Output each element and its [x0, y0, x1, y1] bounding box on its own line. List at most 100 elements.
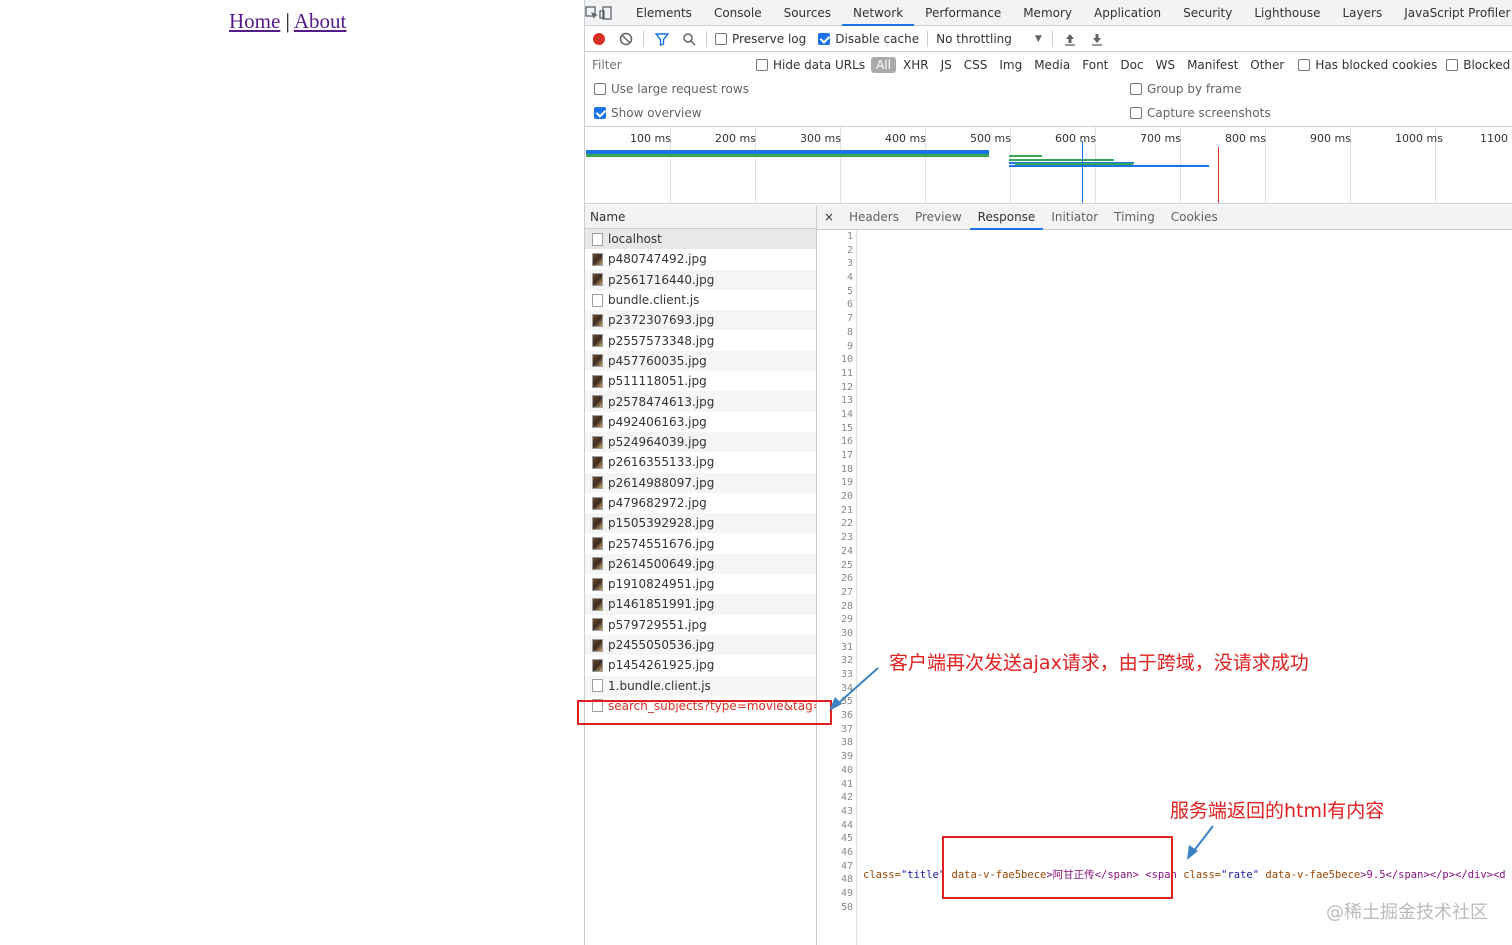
image-file-icon — [592, 537, 603, 551]
show-overview-box[interactable] — [594, 107, 606, 119]
request-name: localhost — [608, 232, 662, 247]
blocked-cookies-box[interactable] — [1298, 58, 1311, 71]
request-row[interactable]: p2578474613.jpg — [585, 391, 816, 412]
filter-type-css[interactable]: CSS — [959, 57, 993, 73]
detail-tab-preview[interactable]: Preview — [907, 205, 970, 230]
request-row[interactable]: p2616355133.jpg — [585, 452, 816, 472]
request-row[interactable]: p1461851991.jpg — [585, 594, 816, 615]
blocked-requests-checkbox[interactable]: Blocked Requests — [1446, 58, 1512, 72]
request-row[interactable]: p2614988097.jpg — [585, 472, 816, 493]
request-row[interactable]: p480747492.jpg — [585, 249, 816, 269]
filter-type-other[interactable]: Other — [1245, 57, 1289, 73]
request-row[interactable]: localhost — [585, 229, 816, 250]
request-row[interactable]: p2574551676.jpg — [585, 533, 816, 553]
tab-lighthouse[interactable]: Lighthouse — [1243, 0, 1331, 26]
request-row[interactable]: p579729551.jpg — [585, 615, 816, 635]
line-number: 38 — [840, 737, 853, 749]
filter-type-media[interactable]: Media — [1029, 57, 1075, 73]
group-by-frame-box[interactable] — [1130, 83, 1142, 95]
request-row[interactable]: p479682972.jpg — [585, 493, 816, 513]
blocked-requests-box[interactable] — [1446, 58, 1459, 71]
hide-data-urls-checkbox[interactable]: Hide data URLs — [756, 58, 865, 72]
line-number: 47 — [840, 860, 853, 872]
request-row[interactable]: p492406163.jpg — [585, 412, 816, 432]
tab-sources[interactable]: Sources — [773, 0, 842, 26]
clear-icon[interactable] — [612, 26, 639, 52]
capture-screenshots-box[interactable] — [1130, 107, 1142, 119]
import-har-icon[interactable] — [1057, 26, 1084, 52]
search-icon[interactable] — [675, 26, 702, 52]
document-file-icon — [592, 679, 603, 693]
capture-screenshots-checkbox[interactable]: Capture screenshots — [1130, 106, 1271, 120]
preserve-log-box[interactable] — [715, 32, 727, 45]
throttling-select[interactable]: No throttling ▼ — [936, 32, 1042, 46]
network-overview[interactable]: 100 ms 200 ms 300 ms 400 ms 500 ms 600 ms 700 … — [585, 126, 1512, 204]
about-link[interactable]: About — [294, 9, 347, 33]
detail-tab-cookies[interactable]: Cookies — [1163, 205, 1226, 230]
filter-type-manifest[interactable]: Manifest — [1182, 57, 1243, 73]
filter-type-img[interactable]: Img — [994, 57, 1027, 73]
request-row[interactable]: p1910824951.jpg — [585, 574, 816, 594]
request-row[interactable]: 1.bundle.client.js — [585, 675, 816, 696]
request-name: p1505392928.jpg — [608, 516, 715, 531]
detail-tab-headers[interactable]: Headers — [841, 205, 907, 230]
tab-layers[interactable]: Layers — [1332, 0, 1394, 26]
device-toolbar-icon[interactable] — [599, 0, 613, 26]
tab-elements[interactable]: Elements — [625, 0, 703, 26]
filter-input[interactable] — [589, 54, 742, 75]
request-row[interactable]: p524964039.jpg — [585, 431, 816, 453]
home-link[interactable]: Home — [229, 9, 280, 33]
overview-tick-label: 900 ms — [1310, 132, 1351, 145]
line-number: 22 — [840, 518, 853, 530]
blocked-cookies-checkbox[interactable]: Has blocked cookies — [1298, 58, 1437, 72]
request-row[interactable]: p2557573348.jpg — [585, 330, 816, 350]
request-name: p1454261925.jpg — [608, 658, 715, 673]
large-rows-checkbox[interactable]: Use large request rows — [594, 82, 749, 96]
filter-type-ws[interactable]: WS — [1151, 57, 1180, 73]
request-name: p479682972.jpg — [608, 496, 707, 510]
export-har-icon[interactable] — [1084, 26, 1111, 52]
group-by-frame-checkbox[interactable]: Group by frame — [1130, 82, 1241, 96]
filter-type-js[interactable]: JS — [936, 57, 957, 73]
request-name: p2561716440.jpg — [608, 272, 715, 287]
tab-security[interactable]: Security — [1172, 0, 1243, 26]
detail-tab-initiator[interactable]: Initiator — [1043, 205, 1106, 230]
filter-type-all[interactable]: All — [871, 56, 896, 73]
show-overview-checkbox[interactable]: Show overview — [594, 106, 702, 120]
filter-type-xhr[interactable]: XHR — [898, 57, 934, 73]
disable-cache-checkbox[interactable]: Disable cache — [818, 32, 919, 46]
detail-tab-timing[interactable]: Timing — [1106, 205, 1163, 230]
tab-javascript-profiler[interactable]: JavaScript Profiler — [1393, 0, 1512, 26]
request-row[interactable]: p511118051.jpg — [585, 371, 816, 391]
preserve-log-checkbox[interactable]: Preserve log — [715, 32, 806, 46]
line-number: 29 — [840, 614, 853, 626]
nav-separator: | — [285, 9, 290, 33]
filter-type-font[interactable]: Font — [1077, 57, 1113, 73]
request-row[interactable]: p2455050536.jpg — [585, 634, 816, 656]
request-row[interactable]: p2561716440.jpg — [585, 269, 816, 290]
request-row[interactable]: p1505392928.jpg — [585, 513, 816, 534]
disable-cache-box[interactable] — [818, 32, 831, 45]
name-column-header[interactable]: Name — [585, 205, 816, 229]
tab-console[interactable]: Console — [703, 0, 773, 26]
dom-content-loaded-marker — [1082, 141, 1083, 203]
detail-tab-response[interactable]: Response — [969, 205, 1044, 230]
tab-memory[interactable]: Memory — [1012, 0, 1083, 26]
tab-application[interactable]: Application — [1083, 0, 1172, 26]
large-rows-box[interactable] — [594, 83, 606, 95]
request-row[interactable]: p2372307693.jpg — [585, 310, 816, 331]
record-icon[interactable] — [585, 26, 612, 52]
tab-performance[interactable]: Performance — [914, 0, 1012, 26]
request-row[interactable]: p2614500649.jpg — [585, 553, 816, 575]
request-row[interactable]: p1454261925.jpg — [585, 655, 816, 675]
request-row[interactable]: p457760035.jpg — [585, 350, 816, 372]
hide-data-urls-box[interactable] — [756, 58, 768, 71]
tab-network[interactable]: Network — [842, 0, 915, 26]
close-icon[interactable]: × — [817, 210, 841, 224]
filter-icon[interactable] — [648, 26, 675, 52]
request-row[interactable]: bundle.client.js — [585, 290, 816, 310]
filter-type-doc[interactable]: Doc — [1115, 57, 1148, 73]
inspect-element-icon[interactable] — [585, 0, 599, 26]
watermark: @稀土掘金技术社区 — [1326, 902, 1488, 923]
line-number: 27 — [840, 586, 853, 598]
